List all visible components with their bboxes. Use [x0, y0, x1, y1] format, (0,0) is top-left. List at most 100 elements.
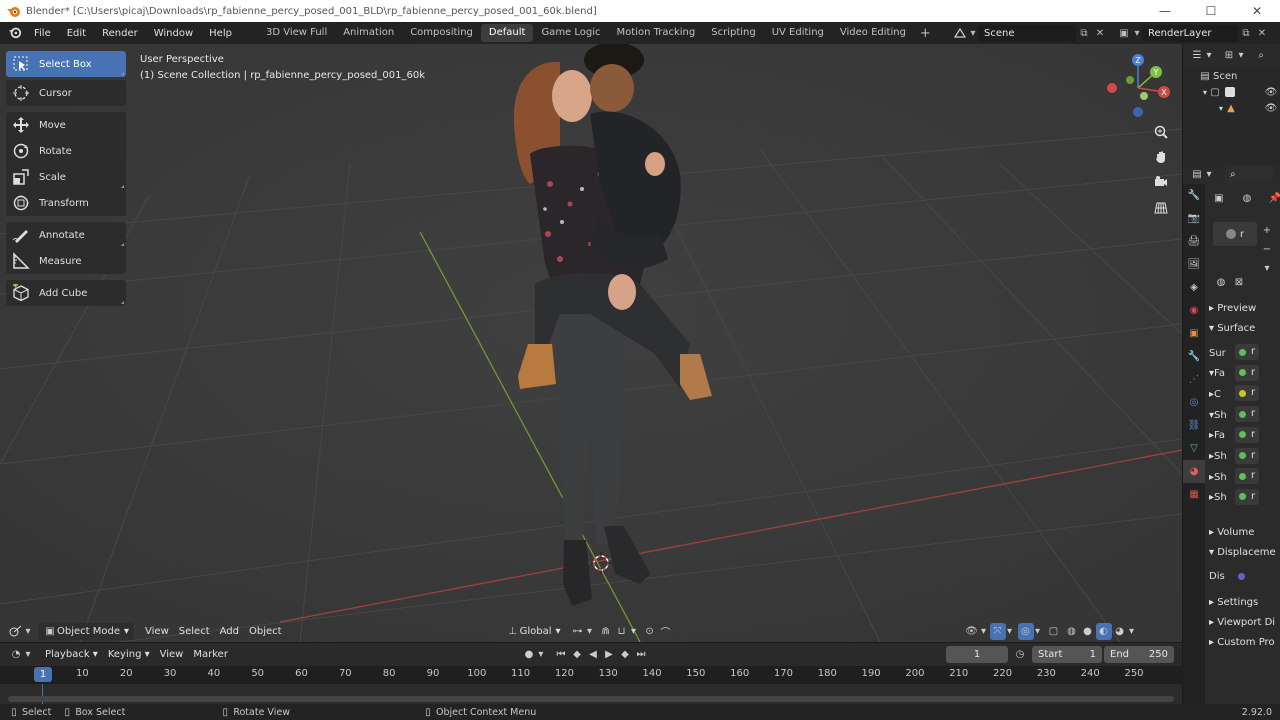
transform-orientation-select[interactable]: ⊥ Global ▾: [501, 623, 566, 640]
tool-tab-icon[interactable]: 🔧: [1183, 184, 1205, 207]
xray-toggle-icon[interactable]: ▢: [1046, 623, 1062, 640]
remove-scene-icon[interactable]: ✕: [1092, 25, 1108, 42]
frame-ruler[interactable]: 1 10 20 30 40 50 60 70 80 90 100 110 120 130 140 150 16…: [0, 666, 1182, 684]
tool-add-cube[interactable]: Add Cube: [6, 280, 126, 306]
world-tab-icon[interactable]: ◉: [1183, 299, 1205, 322]
3d-viewport[interactable]: User Perspective (1) Scene Collection | …: [0, 44, 1182, 642]
surface-node-row[interactable]: ▸Sh r: [1209, 488, 1260, 507]
texture-tab-icon[interactable]: ▦: [1183, 483, 1205, 506]
solid-shading-icon[interactable]: ●: [1080, 623, 1096, 640]
3d-cursor-icon[interactable]: [590, 552, 612, 574]
chevron-down-icon[interactable]: ▾: [968, 25, 978, 42]
eye-icon[interactable]: 👁: [1263, 100, 1279, 117]
remove-slot-icon[interactable]: −: [1259, 241, 1275, 258]
current-frame-field[interactable]: 1: [946, 646, 1008, 663]
chevron-down-icon[interactable]: ▾: [1237, 47, 1245, 64]
gizmo-toggle-icon[interactable]: ⤧: [989, 622, 1006, 640]
timeline-scrollbar[interactable]: [8, 696, 1174, 702]
pivot-point-icon[interactable]: ⊶: [570, 623, 586, 640]
surface-node-row[interactable]: Sur r: [1209, 344, 1260, 362]
scene-name-field[interactable]: Scene: [978, 24, 1076, 42]
minimize-button[interactable]: —: [1142, 0, 1188, 22]
material-preview-shading-icon[interactable]: ◐: [1095, 622, 1112, 640]
panel-settings[interactable]: ▸ Settings: [1209, 594, 1258, 612]
snap-target-icon[interactable]: ⊔: [614, 623, 630, 640]
properties-editor-icon[interactable]: ▤: [1189, 166, 1205, 183]
menu-add[interactable]: Add: [215, 623, 244, 640]
end-frame-field[interactable]: End 250: [1104, 646, 1174, 663]
menu-keying[interactable]: Keying ▾: [103, 646, 155, 663]
start-frame-field[interactable]: Start 1: [1032, 646, 1102, 663]
search-icon[interactable]: ⌕: [1253, 47, 1269, 64]
perspective-toggle-icon[interactable]: [1150, 197, 1172, 219]
current-frame-indicator[interactable]: 1: [34, 667, 52, 682]
chevron-down-icon[interactable]: ▾: [586, 623, 594, 640]
data-tab-icon[interactable]: ▽: [1183, 437, 1205, 460]
output-tab-icon[interactable]: 🖨: [1183, 230, 1205, 253]
overlays-toggle-icon[interactable]: ◎: [1017, 622, 1034, 640]
panel-preview[interactable]: ▸ Preview: [1209, 300, 1256, 318]
pin-icon[interactable]: 📌: [1267, 190, 1280, 207]
surface-node-row[interactable]: ▸Fa r: [1209, 426, 1260, 445]
properties-search[interactable]: ⌕: [1225, 165, 1273, 183]
panel-surface[interactable]: ▾ Surface: [1209, 320, 1255, 338]
menu-edit[interactable]: Edit: [59, 28, 94, 39]
tab-3d-view-full[interactable]: 3D View Full: [258, 24, 335, 42]
menu-select[interactable]: Select: [174, 623, 215, 640]
surface-node-row[interactable]: ▸C r: [1209, 385, 1260, 403]
tool-rotate[interactable]: Rotate: [6, 138, 126, 164]
jump-start-icon[interactable]: ⏮: [553, 646, 569, 663]
rendered-shading-icon[interactable]: ◕: [1112, 623, 1128, 640]
mode-select[interactable]: ▣ Object Mode ▾: [38, 622, 135, 640]
panel-volume[interactable]: ▸ Volume: [1209, 524, 1254, 542]
material-browse[interactable]: ◍ ⊠: [1213, 274, 1247, 291]
chevron-down-icon[interactable]: ▾: [1205, 166, 1213, 183]
material-browse-icon[interactable]: ◍: [1213, 274, 1229, 291]
eye-icon[interactable]: 👁: [1263, 84, 1279, 101]
remove-layer-icon[interactable]: ✕: [1254, 25, 1270, 42]
add-workspace-button[interactable]: +: [914, 26, 937, 41]
material-sphere-icon[interactable]: ◍: [1239, 190, 1255, 207]
tab-animation[interactable]: Animation: [335, 24, 402, 42]
menu-view[interactable]: View: [140, 623, 174, 640]
tool-select-box[interactable]: Select Box: [6, 51, 126, 77]
prev-keyframe-icon[interactable]: ◆: [569, 646, 585, 663]
constraints-tab-icon[interactable]: ⛓: [1183, 414, 1205, 437]
material-unlink-icon[interactable]: ⊠: [1231, 274, 1247, 291]
render-tab-icon[interactable]: 📷: [1183, 207, 1205, 230]
tool-annotate[interactable]: Annotate: [6, 222, 126, 248]
zoom-icon[interactable]: [1150, 121, 1172, 143]
jump-end-icon[interactable]: ⏭: [633, 646, 649, 663]
particles-tab-icon[interactable]: ⋰: [1183, 368, 1205, 391]
menu-render[interactable]: Render: [94, 28, 146, 39]
outliner-scene-row[interactable]: ▤ Scen: [1197, 68, 1237, 84]
panel-custom-props[interactable]: ▸ Custom Pro: [1209, 634, 1275, 652]
render-layer-field[interactable]: RenderLayer: [1142, 24, 1238, 42]
display-mode-icon[interactable]: ⊞: [1221, 47, 1237, 64]
surface-node-row[interactable]: ▸Sh r: [1209, 447, 1260, 466]
chevron-down-icon[interactable]: ▾: [1132, 25, 1142, 42]
snap-icon[interactable]: ⋒: [598, 623, 614, 640]
tab-game-logic[interactable]: Game Logic: [533, 24, 608, 42]
proportional-edit-icon[interactable]: ⊙: [642, 623, 658, 640]
tab-uv-editing[interactable]: UV Editing: [764, 24, 832, 42]
tool-scale[interactable]: Scale: [6, 164, 126, 190]
chevron-down-icon[interactable]: ▾: [980, 623, 988, 640]
clock-editor-icon[interactable]: ◔: [8, 646, 24, 663]
object-icon[interactable]: ▣: [1211, 190, 1227, 207]
tab-video-editing[interactable]: Video Editing: [832, 24, 914, 42]
tab-scripting[interactable]: Scripting: [703, 24, 763, 42]
node-input-field[interactable]: r: [1235, 426, 1260, 443]
view-layer-tab-icon[interactable]: 🖼: [1183, 253, 1205, 276]
chevron-down-icon[interactable]: ▾: [1006, 623, 1014, 640]
chevron-down-icon[interactable]: ▾: [630, 623, 638, 640]
add-slot-icon[interactable]: +: [1259, 222, 1275, 239]
play-reverse-icon[interactable]: ◀: [585, 646, 601, 663]
displacement-row[interactable]: Dis: [1209, 568, 1245, 586]
chevron-down-icon[interactable]: ▾: [1205, 47, 1213, 64]
editor-type-icon[interactable]: [8, 623, 24, 640]
chevron-down-icon[interactable]: ▾: [1034, 623, 1042, 640]
node-input-field[interactable]: r: [1235, 385, 1260, 402]
pan-hand-icon[interactable]: [1150, 146, 1172, 168]
blender-menu-icon[interactable]: [4, 25, 26, 42]
